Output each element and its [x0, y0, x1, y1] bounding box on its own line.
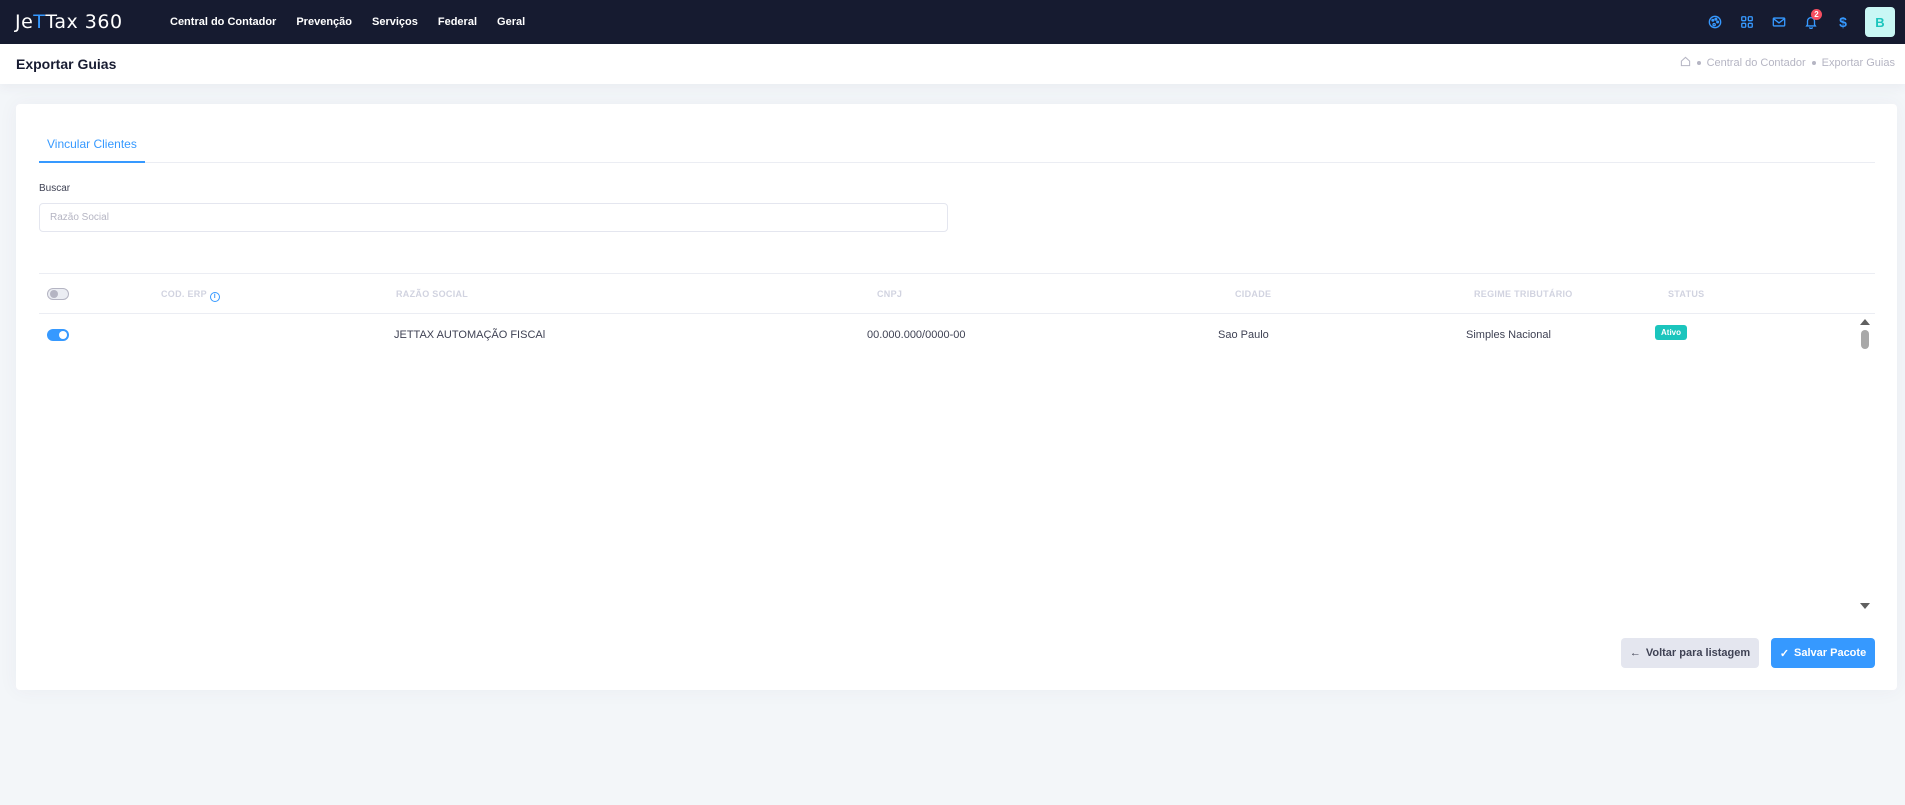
dollar-icon[interactable]: $	[1827, 6, 1859, 38]
cell-razao-social: JETTAX AUTOMAÇÃO FISCAl	[394, 329, 546, 341]
breadcrumb-separator	[1696, 61, 1701, 65]
main-card: Vincular Clientes Buscar COD. ERPi RAZÃO…	[16, 104, 1897, 690]
nav-federal[interactable]: Federal	[438, 16, 477, 28]
column-status[interactable]: STATUS	[1668, 289, 1704, 299]
table-header: COD. ERP i RAZÃO SOCIAL CNPJ CIDADE REGIM…	[39, 274, 1875, 314]
search-label: Buscar	[39, 183, 71, 194]
column-cod-erp-label: COD. ERP	[161, 289, 207, 299]
subheader: Exportar Guias Central do Contador Expor…	[0, 44, 1905, 84]
column-cod-erp: COD. ERP i	[161, 289, 220, 302]
row-select-toggle[interactable]	[47, 329, 69, 341]
cell-regime: Simples Nacional	[1466, 329, 1551, 341]
tab-vincular-clientes[interactable]: Vincular Clientes	[39, 124, 145, 163]
breadcrumb-central-do-contador[interactable]: Central do Contador	[1707, 57, 1806, 69]
main-nav: Central do Contador Prevenção Serviços F…	[170, 0, 525, 44]
user-avatar[interactable]: B	[1865, 7, 1895, 37]
column-regime-tributario[interactable]: REGIME TRIBUTÁRIO	[1474, 289, 1573, 299]
logo-suffix: Tax 360	[45, 11, 123, 33]
topbar-actions: 2 $ B	[1699, 0, 1905, 44]
page-title: Exportar Guias	[16, 56, 117, 72]
palette-icon[interactable]	[1699, 6, 1731, 38]
scrollbar-thumb[interactable]	[1861, 330, 1869, 349]
dollar-symbol: $	[1839, 14, 1847, 30]
nav-geral[interactable]: Geral	[497, 16, 525, 28]
notification-count-badge: 2	[1811, 9, 1822, 20]
scroll-up-arrow[interactable]	[1860, 319, 1870, 325]
breadcrumb-separator	[1811, 61, 1816, 65]
column-cidade[interactable]: CIDADE	[1235, 289, 1271, 299]
logo-prefix: Je	[15, 11, 34, 33]
save-button-label: Salvar Pacote	[1794, 647, 1867, 659]
select-all-toggle[interactable]	[47, 288, 69, 300]
table-row[interactable]: JETTAX AUTOMAÇÃO FISCAl 00.000.000/0000-…	[39, 315, 1875, 355]
home-icon[interactable]	[1680, 56, 1691, 70]
bell-icon[interactable]: 2	[1795, 6, 1827, 38]
search-input[interactable]	[39, 203, 948, 232]
breadcrumb-exportar-guias[interactable]: Exportar Guias	[1822, 57, 1895, 69]
logo-accent: T	[33, 11, 46, 33]
tabs: Vincular Clientes	[39, 124, 1875, 163]
top-navbar: Je T Tax 360 Central do Contador Prevenção…	[0, 0, 1905, 44]
apps-grid-icon[interactable]	[1731, 6, 1763, 38]
nav-prevencao[interactable]: Prevenção	[296, 16, 352, 28]
nav-servicos[interactable]: Serviços	[372, 16, 418, 28]
save-package-button[interactable]: ✓ Salvar Pacote	[1771, 638, 1875, 668]
column-cnpj[interactable]: CNPJ	[877, 289, 902, 299]
status-badge: Ativo	[1655, 325, 1687, 340]
breadcrumb: Central do Contador Exportar Guias	[1680, 56, 1895, 70]
column-razao-social[interactable]: RAZÃO SOCIAL	[396, 289, 468, 299]
scroll-down-arrow[interactable]	[1860, 603, 1870, 609]
info-icon[interactable]: i	[209, 292, 220, 302]
cell-cidade: Sao Paulo	[1218, 329, 1269, 341]
mail-icon[interactable]	[1763, 6, 1795, 38]
jettax-logo[interactable]: Je T Tax 360	[15, 8, 123, 36]
check-icon: ✓	[1779, 647, 1790, 660]
back-button-label: Voltar para listagem	[1645, 647, 1751, 659]
back-to-list-button[interactable]: ← Voltar para listagem	[1621, 638, 1759, 668]
nav-central-do-contador[interactable]: Central do Contador	[170, 16, 276, 28]
arrow-left-icon: ←	[1629, 647, 1641, 659]
cell-cnpj: 00.000.000/0000-00	[867, 329, 966, 341]
